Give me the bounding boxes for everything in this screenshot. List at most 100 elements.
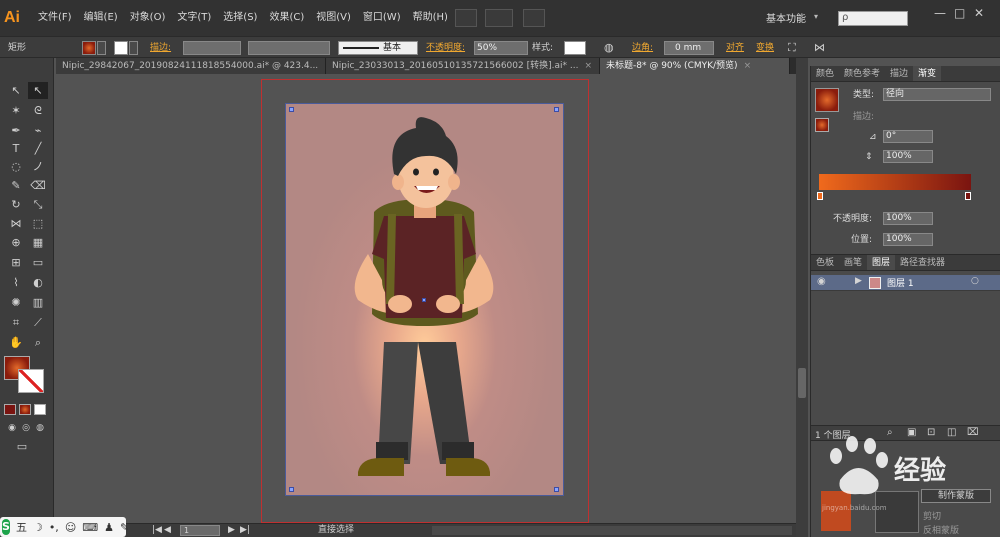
paintbrush-icon[interactable]: ノ: [28, 158, 48, 175]
close-icon[interactable]: ×: [744, 61, 752, 71]
artboard[interactable]: [285, 103, 564, 496]
layer-row[interactable]: ◉ ▶ 图层 1 ○: [811, 275, 1000, 291]
perspective-grid-icon[interactable]: ▦: [28, 234, 48, 251]
tab-stroke[interactable]: 描边: [885, 66, 913, 81]
wrench-icon[interactable]: ✎: [120, 521, 129, 534]
pen-tool-icon[interactable]: ✒: [6, 122, 26, 139]
stroke-color-swatch[interactable]: [18, 369, 44, 393]
variable-width-dropdown[interactable]: [248, 41, 330, 55]
angle-input[interactable]: 0°: [883, 130, 933, 143]
gradient-tool-icon[interactable]: ▭: [28, 254, 48, 271]
menu-select[interactable]: 选择(S): [217, 0, 263, 36]
anchor-point[interactable]: [289, 107, 294, 112]
workspace-switcher[interactable]: 基本功能: [766, 10, 806, 25]
tab-document-active[interactable]: 未标题-8* @ 90% (CMYK/预览) ×: [600, 58, 790, 74]
gradient-stop-start[interactable]: [817, 192, 823, 200]
direct-selection-tool-icon[interactable]: ↖: [28, 82, 48, 99]
screen-mode-icon[interactable]: ▭: [12, 438, 32, 455]
gradient-type-dropdown[interactable]: 径向: [883, 88, 991, 101]
menu-help[interactable]: 帮助(H): [407, 0, 454, 36]
stroke-weight-label[interactable]: 描边:: [150, 41, 171, 55]
none-mode-button[interactable]: [34, 404, 46, 415]
person-icon[interactable]: ♟: [104, 521, 114, 534]
scale-icon[interactable]: ⤡: [28, 196, 48, 213]
keyboard-icon[interactable]: ⌨: [82, 521, 98, 534]
draw-inside-icon[interactable]: ◍: [30, 420, 50, 437]
color-mode-button[interactable]: [4, 404, 16, 415]
help-search-input[interactable]: ρ: [838, 11, 908, 26]
mesh-tool-icon[interactable]: ⊞: [6, 254, 26, 271]
vertical-scrollbar[interactable]: [796, 58, 808, 537]
menu-effect[interactable]: 效果(C): [263, 0, 310, 36]
tab-color-guide[interactable]: 颜色参考: [839, 66, 885, 81]
aspect-ratio-input[interactable]: 100%: [883, 150, 933, 163]
recolor-icon[interactable]: ◍: [604, 41, 614, 55]
column-graph-icon[interactable]: ▥: [28, 294, 48, 311]
fill-indicator[interactable]: [815, 118, 829, 132]
align-button[interactable]: 对齐: [726, 41, 744, 55]
line-tool-icon[interactable]: ╱: [28, 140, 48, 157]
gradient-mode-button[interactable]: [19, 404, 31, 415]
symbol-sprayer-icon[interactable]: ✺: [6, 294, 26, 311]
first-artboard-icon[interactable]: |◀: [152, 524, 162, 537]
menu-edit[interactable]: 编辑(E): [78, 0, 124, 36]
fill-dropdown[interactable]: [97, 41, 106, 55]
corner-radius-input[interactable]: 0 mm: [664, 41, 714, 55]
gradient-slider[interactable]: [819, 174, 971, 190]
stroke-dropdown[interactable]: [129, 41, 138, 55]
tab-swatches[interactable]: 色板: [811, 255, 839, 270]
graphic-style-swatch[interactable]: [564, 41, 586, 55]
blend-tool-icon[interactable]: ◐: [28, 274, 48, 291]
close-icon[interactable]: ×: [584, 61, 592, 71]
menu-object[interactable]: 对象(O): [124, 0, 172, 36]
minimize-icon[interactable]: —: [934, 6, 946, 20]
pencil-icon[interactable]: ✎: [6, 177, 26, 194]
curvature-icon[interactable]: ⌁: [28, 122, 48, 139]
expand-arrow-icon[interactable]: ▶: [855, 276, 862, 286]
artboard-tool-icon[interactable]: ⌗: [6, 314, 26, 331]
tab-brushes[interactable]: 画笔: [839, 255, 867, 270]
stroke-swatch[interactable]: [114, 41, 128, 55]
punctuation-icon[interactable]: •,: [49, 521, 59, 534]
tab-layers[interactable]: 图层: [867, 255, 896, 270]
sync-button[interactable]: [523, 9, 545, 27]
anchor-point[interactable]: [289, 487, 294, 492]
horizontal-scrollbar[interactable]: [432, 526, 792, 535]
width-tool-icon[interactable]: ⋈: [6, 215, 26, 232]
opacity-label[interactable]: 不透明度:: [426, 41, 465, 55]
gradient-preview-swatch[interactable]: [815, 88, 839, 112]
isolate-icon[interactable]: ⛶: [788, 41, 796, 55]
menu-view[interactable]: 视图(V): [310, 0, 357, 36]
transform-button[interactable]: 变换: [756, 41, 774, 55]
stop-opacity-input[interactable]: 100%: [883, 212, 933, 225]
tab-gradient[interactable]: 渐变: [913, 66, 942, 81]
opacity-input[interactable]: 50%: [474, 41, 528, 55]
hand-tool-icon[interactable]: ✋: [6, 334, 26, 351]
stop-location-input[interactable]: 100%: [883, 233, 933, 246]
lasso-icon[interactable]: ᘓ: [28, 102, 48, 119]
tab-document-1[interactable]: Nipic_29842067_20190824111818554000.ai* …: [56, 58, 326, 74]
anchor-point[interactable]: [554, 487, 559, 492]
tab-document-2[interactable]: Nipic_23033013_20160510135721566002 [转换]…: [326, 58, 600, 74]
next-artboard-icon[interactable]: ▶: [228, 524, 235, 537]
menu-window[interactable]: 窗口(W): [357, 0, 407, 36]
panel-menu-icon[interactable]: ⋈: [814, 41, 825, 55]
anchor-point[interactable]: [554, 107, 559, 112]
close-icon[interactable]: ✕: [974, 6, 984, 20]
selection-tool-icon[interactable]: ↖: [6, 82, 26, 99]
layer-name[interactable]: 图层 1: [887, 276, 914, 289]
maximize-icon[interactable]: □: [954, 6, 965, 20]
ime-mode[interactable]: 五: [16, 519, 27, 535]
slice-tool-icon[interactable]: ⟋: [28, 314, 48, 331]
center-point[interactable]: [422, 298, 426, 302]
zoom-tool-icon[interactable]: ⌕: [28, 334, 48, 351]
target-icon[interactable]: ○: [971, 276, 979, 286]
moon-icon[interactable]: ☽: [33, 521, 43, 534]
shape-builder-icon[interactable]: ⊕: [6, 234, 26, 251]
shape-tool-icon[interactable]: ◌: [6, 158, 26, 175]
artboard-number-input[interactable]: 1: [180, 525, 220, 536]
corner-label[interactable]: 边角:: [632, 41, 653, 55]
last-artboard-icon[interactable]: ▶|: [240, 524, 250, 537]
fill-swatch[interactable]: [82, 41, 96, 55]
menu-type[interactable]: 文字(T): [171, 0, 217, 36]
